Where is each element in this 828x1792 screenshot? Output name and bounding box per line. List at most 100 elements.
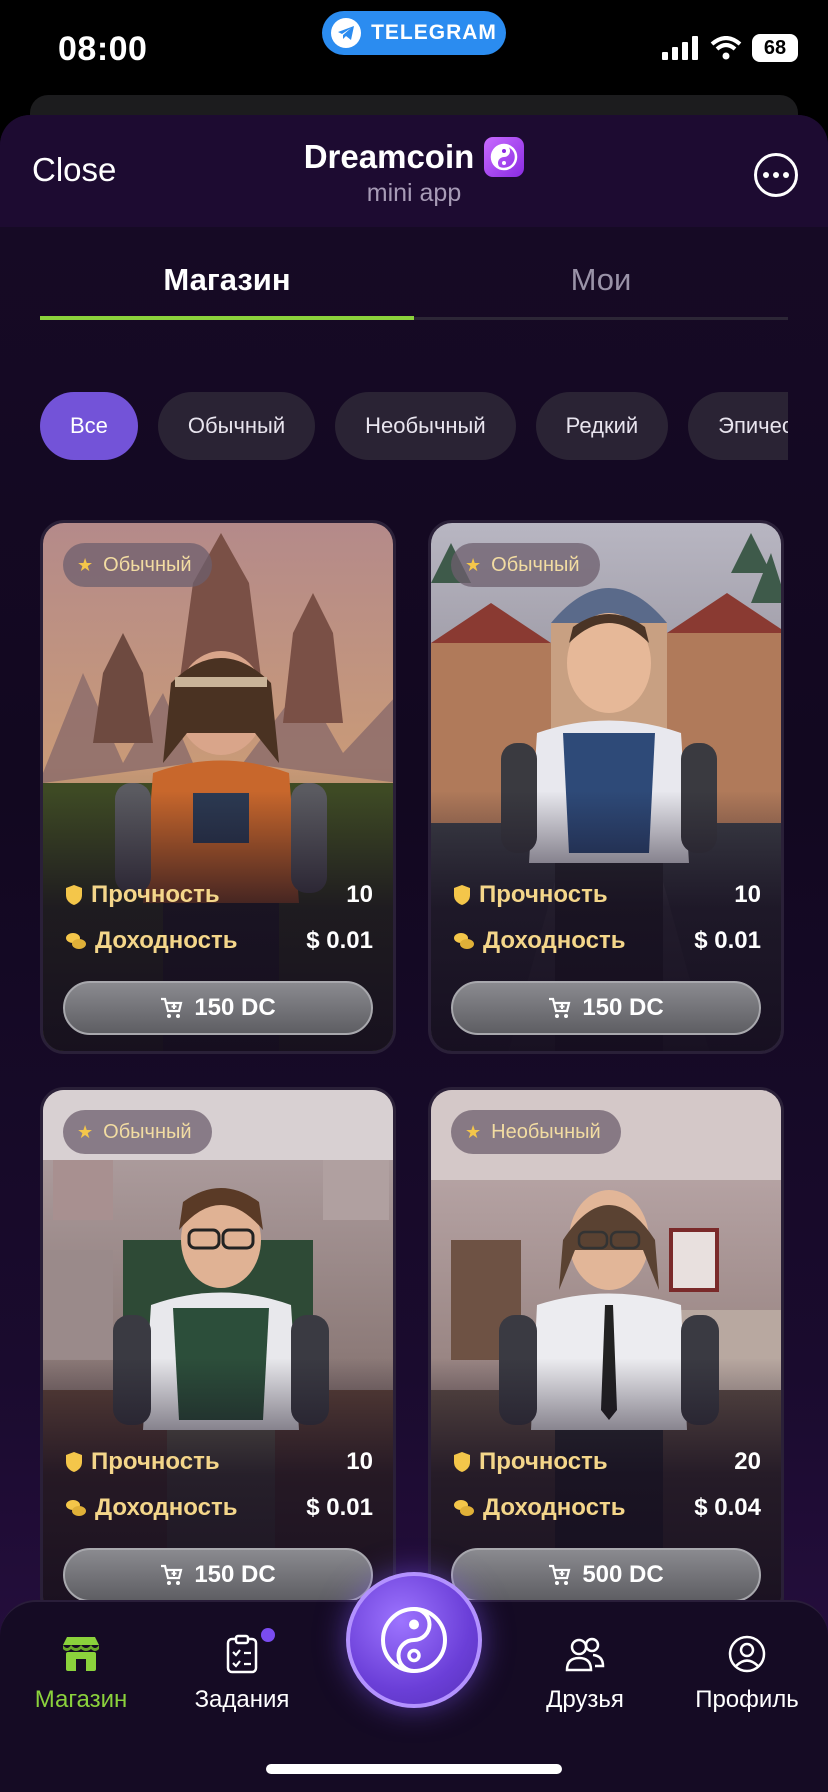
filter-rare[interactable]: Редкий	[535, 392, 669, 460]
coins-icon	[454, 1500, 474, 1516]
yin-yang-icon	[381, 1607, 447, 1673]
status-time: 08:00	[58, 30, 148, 68]
durability-value: 10	[346, 1448, 373, 1475]
shield-icon	[66, 885, 82, 905]
income-value: $ 0.01	[694, 927, 761, 954]
cart-icon	[161, 1564, 183, 1585]
durability-row: Прочность 10	[65, 1448, 373, 1476]
income-label: Доходность	[95, 927, 238, 954]
durability-value: 10	[734, 881, 761, 908]
shield-icon	[454, 1452, 470, 1472]
durability-row: Прочность 10	[453, 881, 761, 909]
cart-icon	[549, 1564, 571, 1585]
income-label: Доходность	[483, 1494, 626, 1521]
rarity-badge: ★ Обычный	[63, 1110, 212, 1154]
tab-shop[interactable]: Магазин	[40, 260, 414, 320]
income-label: Доходность	[95, 1494, 238, 1521]
durability-value: 10	[346, 881, 373, 908]
nav-shop[interactable]: Магазин	[6, 1632, 156, 1714]
cart-icon	[549, 997, 571, 1018]
nav-friends-label: Друзья	[546, 1686, 624, 1713]
app-header: Close Dreamcoin mini app	[0, 115, 828, 227]
signal-icon	[662, 36, 698, 60]
filter-uncommon[interactable]: Необычный	[335, 392, 516, 460]
star-icon: ★	[77, 554, 94, 575]
home-indicator	[266, 1764, 562, 1774]
durability-label: Прочность	[479, 1448, 608, 1475]
shield-icon	[66, 1452, 82, 1472]
more-dot-icon	[783, 172, 789, 178]
notification-dot	[261, 1628, 275, 1642]
durability-value: 20	[734, 1448, 761, 1475]
rarity-label: Обычный	[491, 553, 580, 576]
nav-tasks[interactable]: Задания	[167, 1628, 317, 1714]
buy-button[interactable]: 500 DC	[451, 1548, 761, 1602]
character-card[interactable]: ★ Обычный Прочность 10 Доходность $ 0.01 …	[40, 1087, 396, 1621]
coins-icon	[66, 1500, 86, 1516]
durability-label: Прочность	[91, 1448, 220, 1475]
filter-common[interactable]: Обычный	[157, 392, 316, 460]
durability-row: Прочность 20	[453, 1448, 761, 1476]
nav-friends[interactable]: Друзья	[510, 1632, 660, 1714]
nav-profile-label: Профиль	[695, 1686, 799, 1713]
app-name: Dreamcoin	[303, 138, 475, 175]
price-label: 150 DC	[194, 1561, 276, 1588]
telegram-icon	[331, 18, 362, 48]
app-title: Dreamcoin mini app	[0, 137, 828, 208]
price-label: 500 DC	[582, 1561, 664, 1588]
tasks-icon	[226, 1634, 258, 1674]
friends-icon	[565, 1637, 605, 1672]
rarity-filters: Все Обычный Необычный Редкий Эпичес	[40, 392, 788, 460]
rarity-badge: ★ Необычный	[451, 1110, 621, 1154]
rarity-label: Обычный	[103, 1120, 192, 1143]
wifi-icon	[710, 36, 742, 60]
tab-bar: Магазин Мои	[40, 260, 788, 320]
status-bar: 08:00 TELEGRAM 68	[0, 0, 828, 100]
more-options-button[interactable]	[754, 153, 798, 197]
income-row: Доходность $ 0.01	[65, 1494, 373, 1522]
filter-epic[interactable]: Эпичес	[688, 392, 788, 460]
star-icon: ★	[465, 554, 482, 575]
nav-shop-label: Магазин	[34, 1686, 128, 1713]
more-dot-icon	[773, 172, 779, 178]
profile-icon	[728, 1635, 766, 1673]
income-value: $ 0.01	[306, 927, 373, 954]
durability-row: Прочность 10	[65, 881, 373, 909]
income-row: Доходность $ 0.01	[65, 927, 373, 955]
income-label: Доходность	[483, 927, 626, 954]
system-icons: 68	[662, 34, 798, 62]
buy-button[interactable]: 150 DC	[451, 981, 761, 1035]
durability-label: Прочность	[91, 881, 220, 908]
star-icon: ★	[77, 1121, 94, 1142]
coins-icon	[454, 933, 474, 949]
shield-icon	[454, 885, 470, 905]
rarity-label: Обычный	[103, 553, 192, 576]
tab-mine[interactable]: Мои	[414, 260, 788, 317]
telegram-pill[interactable]: TELEGRAM	[322, 11, 506, 55]
income-value: $ 0.01	[306, 1494, 373, 1521]
coins-icon	[66, 933, 86, 949]
app-sheet: Close Dreamcoin mini app Магазин Мои Все…	[0, 115, 828, 1792]
buy-button[interactable]: 150 DC	[63, 1548, 373, 1602]
price-label: 150 DC	[582, 994, 664, 1021]
income-row: Доходность $ 0.04	[453, 1494, 761, 1522]
telegram-label: TELEGRAM	[371, 21, 497, 44]
income-row: Доходность $ 0.01	[453, 927, 761, 955]
character-card[interactable]: ★ Обычный Прочность 10 Доходность $ 0.01 …	[428, 520, 784, 1054]
app-subtitle: mini app	[366, 179, 462, 207]
star-icon: ★	[465, 1121, 482, 1142]
income-value: $ 0.04	[694, 1494, 761, 1521]
durability-label: Прочность	[479, 881, 608, 908]
buy-button[interactable]: 150 DC	[63, 981, 373, 1035]
nav-profile[interactable]: Профиль	[672, 1632, 822, 1714]
cart-icon	[161, 997, 183, 1018]
character-card[interactable]: ★ Обычный Прочность 10 Доходность $ 0.01 …	[40, 520, 396, 1054]
yin-yang-badge-icon	[484, 137, 525, 177]
filter-all[interactable]: Все	[40, 392, 138, 460]
character-card[interactable]: ★ Необычный Прочность 20 Доходность $ 0.0…	[428, 1087, 784, 1621]
rarity-badge: ★ Обычный	[451, 543, 600, 587]
center-yin-yang-button[interactable]	[346, 1572, 482, 1708]
more-dot-icon	[763, 172, 769, 178]
rarity-badge: ★ Обычный	[63, 543, 212, 587]
rarity-label: Необычный	[491, 1120, 601, 1143]
